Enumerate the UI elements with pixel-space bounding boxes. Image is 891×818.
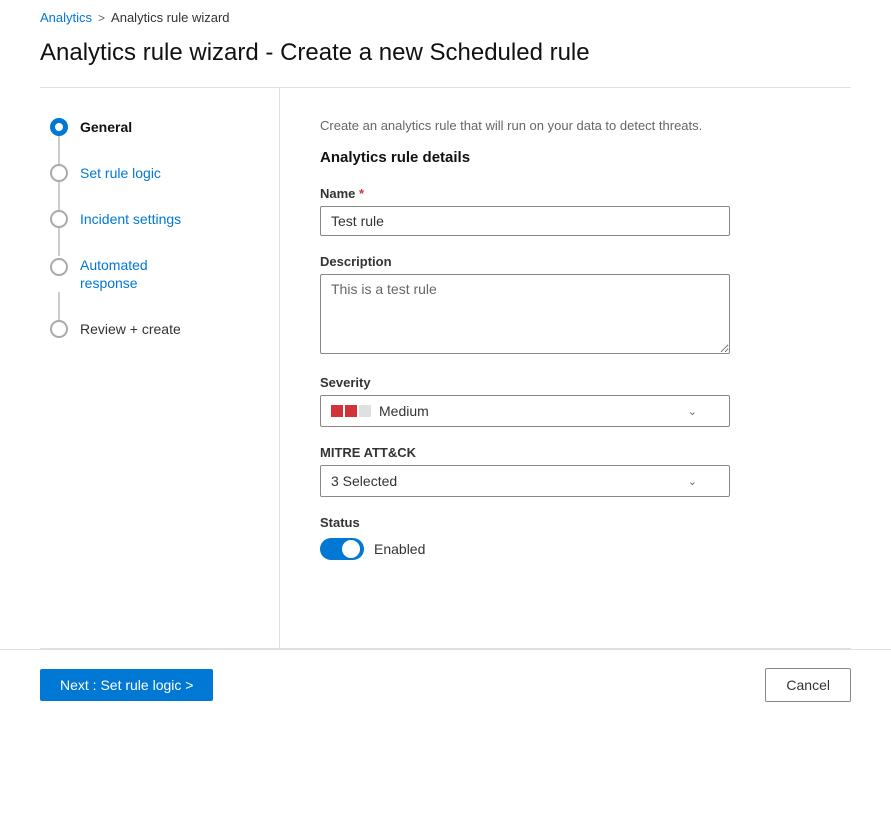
- severity-block-3: [359, 405, 371, 417]
- page-title: Analytics rule wizard - Create a new Sch…: [0, 31, 891, 87]
- name-field-group: Name *: [320, 186, 821, 236]
- step-set-rule-logic-label[interactable]: Set rule logic: [80, 165, 161, 182]
- severity-dropdown-wrapper: Medium ⌄: [320, 395, 730, 427]
- status-value: Enabled: [374, 541, 425, 557]
- step-line-3: [58, 228, 60, 256]
- description-label: Description: [320, 254, 821, 269]
- toggle-slider: [320, 538, 364, 560]
- mitre-field-group: MITRE ATT&CK 3 Selected ⌄: [320, 445, 821, 497]
- step-automated-response: Automatedresponse: [50, 256, 259, 320]
- status-field-group: Status Enabled: [320, 515, 821, 560]
- wizard-container: General Set rule logic Incident settings: [40, 88, 851, 648]
- step-incident-settings: Incident settings: [50, 210, 259, 256]
- step-review-create-circle: [50, 320, 68, 338]
- severity-chevron-icon: ⌄: [688, 405, 697, 418]
- intro-text: Create an analytics rule that will run o…: [320, 118, 821, 133]
- step-review-create: Review + create: [50, 320, 259, 338]
- step-general-label: General: [80, 119, 132, 136]
- status-toggle[interactable]: [320, 538, 364, 560]
- step-set-rule-logic-circle: [50, 164, 68, 182]
- severity-field-group: Severity Medium ⌄: [320, 375, 821, 427]
- mitre-chevron-icon: ⌄: [688, 475, 697, 488]
- breadcrumb-current: Analytics rule wizard: [111, 10, 230, 25]
- breadcrumb-analytics[interactable]: Analytics: [40, 10, 92, 25]
- step-automated-response-label[interactable]: Automatedresponse: [80, 256, 148, 292]
- status-label: Status: [320, 515, 821, 530]
- next-button[interactable]: Next : Set rule logic >: [40, 669, 213, 701]
- step-incident-settings-label[interactable]: Incident settings: [80, 211, 181, 228]
- content-panel: Create an analytics rule that will run o…: [280, 88, 851, 648]
- severity-value: Medium: [379, 403, 429, 419]
- section-title: Analytics rule details: [320, 149, 821, 166]
- steps-panel: General Set rule logic Incident settings: [40, 88, 280, 648]
- step-line-1: [58, 136, 60, 164]
- left-buttons: Next : Set rule logic >: [40, 669, 213, 701]
- severity-label: Severity: [320, 375, 821, 390]
- severity-indicator: [331, 405, 371, 417]
- mitre-value: 3 Selected: [331, 473, 397, 489]
- severity-block-2: [345, 405, 357, 417]
- status-toggle-container: Enabled: [320, 538, 821, 560]
- mitre-label: MITRE ATT&CK: [320, 445, 821, 460]
- step-automated-response-circle: [50, 258, 68, 276]
- name-input[interactable]: [320, 206, 730, 236]
- mitre-dropdown-wrapper: 3 Selected ⌄: [320, 465, 730, 497]
- step-line-2: [58, 182, 60, 210]
- description-input[interactable]: This is a test rule: [320, 274, 730, 354]
- description-field-group: Description This is a test rule: [320, 254, 821, 357]
- mitre-dropdown[interactable]: 3 Selected ⌄: [320, 465, 730, 497]
- step-line-4: [58, 292, 60, 320]
- step-general: General: [50, 118, 259, 164]
- severity-block-1: [331, 405, 343, 417]
- breadcrumb: Analytics > Analytics rule wizard: [0, 0, 891, 31]
- step-review-create-label: Review + create: [80, 321, 181, 338]
- step-general-circle: [50, 118, 68, 136]
- severity-dropdown[interactable]: Medium ⌄: [320, 395, 730, 427]
- name-label: Name *: [320, 186, 821, 201]
- breadcrumb-separator: >: [98, 11, 105, 25]
- step-incident-settings-circle: [50, 210, 68, 228]
- step-set-rule-logic: Set rule logic: [50, 164, 259, 210]
- action-bar: Next : Set rule logic > Cancel: [0, 649, 891, 720]
- cancel-button[interactable]: Cancel: [765, 668, 851, 702]
